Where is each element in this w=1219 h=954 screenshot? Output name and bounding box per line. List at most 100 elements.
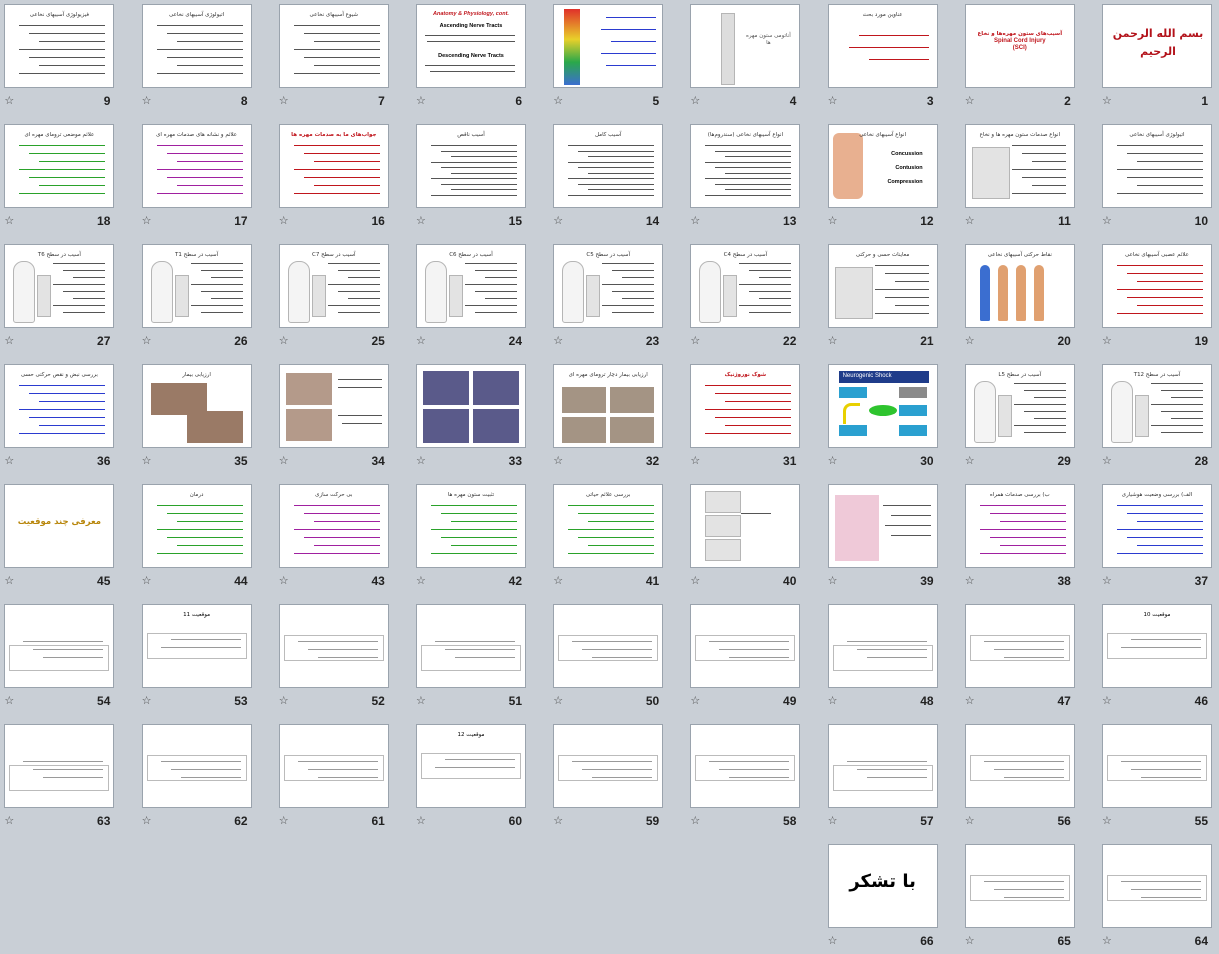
star-icon[interactable]: ☆ xyxy=(828,335,838,346)
slide-thumbnail[interactable]: ☆ 62 xyxy=(140,722,252,834)
star-icon[interactable]: ☆ xyxy=(142,455,152,466)
slide-thumbnail[interactable]: معاینات حسی و حرکتی ☆ 21 xyxy=(826,242,938,354)
star-icon[interactable]: ☆ xyxy=(828,695,838,706)
slide-thumbnail[interactable]: علائم موضعی ترومای مهره ای ☆ 18 xyxy=(2,122,115,234)
star-icon[interactable]: ☆ xyxy=(1102,335,1112,346)
slide-preview[interactable]: آسیب در سطح L5 xyxy=(964,364,1075,448)
star-icon[interactable]: ☆ xyxy=(279,455,289,466)
star-icon[interactable]: ☆ xyxy=(828,815,838,826)
slide-thumbnail[interactable]: ارزیابی بیمار دچار ترومای مهره ای ☆ 32 xyxy=(551,362,664,474)
slide-thumbnail[interactable]: Anatomy & Physiology, cont. Ascending Ner… xyxy=(414,2,526,114)
slide-preview[interactable]: آسیب کامل xyxy=(553,124,664,208)
star-icon[interactable]: ☆ xyxy=(1102,215,1112,226)
slide-thumbnail[interactable]: ☆ 64 xyxy=(1100,842,1212,954)
slide-preview[interactable]: Anatomy & Physiology, cont. Ascending Ner… xyxy=(416,4,526,88)
star-icon[interactable]: ☆ xyxy=(690,95,700,106)
slide-thumbnail[interactable]: ☆ 55 xyxy=(1100,722,1212,834)
slide-preview[interactable] xyxy=(553,724,664,808)
slide-thumbnail[interactable]: بی حرکت سازی ☆ 43 xyxy=(277,482,389,594)
slide-thumbnail[interactable]: جواب‌های ما به صدمات مهره ها ☆ 16 xyxy=(277,122,389,234)
slide-preview[interactable]: آسیب در سطح T1 xyxy=(141,244,252,328)
slide-thumbnail[interactable]: ☆ 34 xyxy=(277,362,389,474)
star-icon[interactable]: ☆ xyxy=(4,815,14,826)
slide-preview[interactable]: بررسی علائم حیاتی xyxy=(553,484,664,568)
star-icon[interactable]: ☆ xyxy=(828,215,838,226)
slide-preview[interactable] xyxy=(1102,724,1212,808)
star-icon[interactable]: ☆ xyxy=(1102,815,1112,826)
slide-thumbnail[interactable]: فیزیولوژی آسیبهای نخاعی ☆ 9 xyxy=(2,2,115,114)
star-icon[interactable]: ☆ xyxy=(690,575,700,586)
slide-thumbnail[interactable]: تثبیت ستون مهره ها ☆ 42 xyxy=(414,482,526,594)
star-icon[interactable]: ☆ xyxy=(279,95,289,106)
slide-preview[interactable]: علائم موضعی ترومای مهره ای xyxy=(4,124,115,208)
star-icon[interactable]: ☆ xyxy=(553,575,563,586)
star-icon[interactable]: ☆ xyxy=(553,95,563,106)
slide-preview[interactable]: Neurogenic Shock xyxy=(827,364,938,448)
slide-thumbnail[interactable]: آسیب در سطح C4 ☆ 22 xyxy=(688,242,801,354)
slide-preview[interactable]: ارزیابی بیمار دچار ترومای مهره ای xyxy=(553,364,664,448)
slide-preview[interactable]: موقعیت 11 xyxy=(141,604,252,688)
slide-preview[interactable]: عناوین مورد بحث xyxy=(827,4,938,88)
slide-thumbnail[interactable]: عناوین مورد بحث ☆ 3 xyxy=(826,2,938,114)
slide-thumbnail[interactable]: Neurogenic Shock ☆ 30 xyxy=(826,362,938,474)
star-icon[interactable]: ☆ xyxy=(416,455,426,466)
slide-preview[interactable]: تثبیت ستون مهره ها xyxy=(416,484,526,568)
slide-preview[interactable] xyxy=(690,724,801,808)
slide-thumbnail[interactable]: آسیب‌های ستون مهره‌ها و نخاع Spinal Cord … xyxy=(963,2,1075,114)
slide-thumbnail[interactable]: آسیب ناقص ☆ 15 xyxy=(414,122,526,234)
star-icon[interactable]: ☆ xyxy=(965,335,975,346)
slide-preview[interactable]: بسم الله الرحمن الرحیم xyxy=(1102,4,1212,88)
slide-thumbnail[interactable]: ☆ 61 xyxy=(277,722,389,834)
slide-preview[interactable]: آسیب در سطح T12 xyxy=(1102,364,1212,448)
star-icon[interactable]: ☆ xyxy=(1102,575,1112,586)
star-icon[interactable]: ☆ xyxy=(416,815,426,826)
slide-thumbnail[interactable]: ☆ 52 xyxy=(277,602,389,714)
star-icon[interactable]: ☆ xyxy=(279,335,289,346)
slide-thumbnail[interactable]: الف) بررسی وضعیت هوشیاری ☆ 37 xyxy=(1100,482,1212,594)
slide-preview[interactable]: اتیولوژی آسیبهای نخاعی xyxy=(1102,124,1212,208)
slide-preview[interactable]: آسیب در سطح C4 xyxy=(690,244,801,328)
star-icon[interactable]: ☆ xyxy=(142,815,152,826)
star-icon[interactable]: ☆ xyxy=(4,455,14,466)
star-icon[interactable]: ☆ xyxy=(1102,935,1112,946)
slide-thumbnail[interactable]: اتیولوژی آسیبهای نخاعی ☆ 10 xyxy=(1100,122,1212,234)
star-icon[interactable]: ☆ xyxy=(1102,455,1112,466)
star-icon[interactable]: ☆ xyxy=(142,575,152,586)
star-icon[interactable]: ☆ xyxy=(4,95,14,106)
slide-preview[interactable]: آسیب در سطح C5 xyxy=(553,244,664,328)
slide-thumbnail[interactable]: ارزیابی بیمار ☆ 35 xyxy=(140,362,252,474)
slide-preview[interactable] xyxy=(690,604,801,688)
slide-preview[interactable]: آسیب در سطح C7 xyxy=(278,244,389,328)
slide-preview[interactable]: انواع آسیبهای نخاعی (سندروم‌ها) xyxy=(690,124,801,208)
slide-preview[interactable]: انواع صدمات ستون مهره ها و نخاع xyxy=(964,124,1075,208)
slide-preview[interactable] xyxy=(4,604,115,688)
star-icon[interactable]: ☆ xyxy=(416,95,426,106)
star-icon[interactable]: ☆ xyxy=(965,95,975,106)
star-icon[interactable]: ☆ xyxy=(553,455,563,466)
slide-thumbnail[interactable]: موقعیت 10 ☆ 46 xyxy=(1100,602,1212,714)
slide-preview[interactable]: جواب‌های ما به صدمات مهره ها xyxy=(278,124,389,208)
star-icon[interactable]: ☆ xyxy=(553,815,563,826)
slide-preview[interactable]: معاینات حسی و حرکتی xyxy=(827,244,938,328)
slide-preview[interactable] xyxy=(416,364,526,448)
star-icon[interactable]: ☆ xyxy=(690,815,700,826)
star-icon[interactable]: ☆ xyxy=(690,215,700,226)
star-icon[interactable]: ☆ xyxy=(4,215,14,226)
slide-preview[interactable] xyxy=(141,724,252,808)
slide-thumbnail[interactable]: با تشکر ☆ 66 xyxy=(826,842,938,954)
slide-preview[interactable]: انواع آسیبهای نخاعی Concussion Contusion Co… xyxy=(827,124,938,208)
slide-preview[interactable]: آسیب در سطح T6 xyxy=(4,244,115,328)
slide-thumbnail[interactable]: بررسی نبض و نقص حرکتی حسی ☆ 36 xyxy=(2,362,115,474)
slide-thumbnail[interactable]: موقعیت 11 ☆ 53 xyxy=(140,602,252,714)
slide-thumbnail[interactable]: آسیب در سطح T6 ☆ 27 xyxy=(2,242,115,354)
slide-preview[interactable]: اتیولوژی آسیبهای نخاعی xyxy=(141,4,252,88)
star-icon[interactable]: ☆ xyxy=(416,215,426,226)
slide-thumbnail[interactable]: ☆ 5 xyxy=(551,2,664,114)
star-icon[interactable]: ☆ xyxy=(965,215,975,226)
star-icon[interactable]: ☆ xyxy=(690,335,700,346)
slide-thumbnail[interactable]: ☆ 50 xyxy=(551,602,664,714)
slide-thumbnail[interactable]: ☆ 47 xyxy=(963,602,1075,714)
slide-thumbnail[interactable]: ☆ 63 xyxy=(2,722,115,834)
slide-preview[interactable]: ب) بررسی صدمات همراه xyxy=(964,484,1075,568)
slide-thumbnail[interactable]: بسم الله الرحمن الرحیم ☆ 1 xyxy=(1100,2,1212,114)
